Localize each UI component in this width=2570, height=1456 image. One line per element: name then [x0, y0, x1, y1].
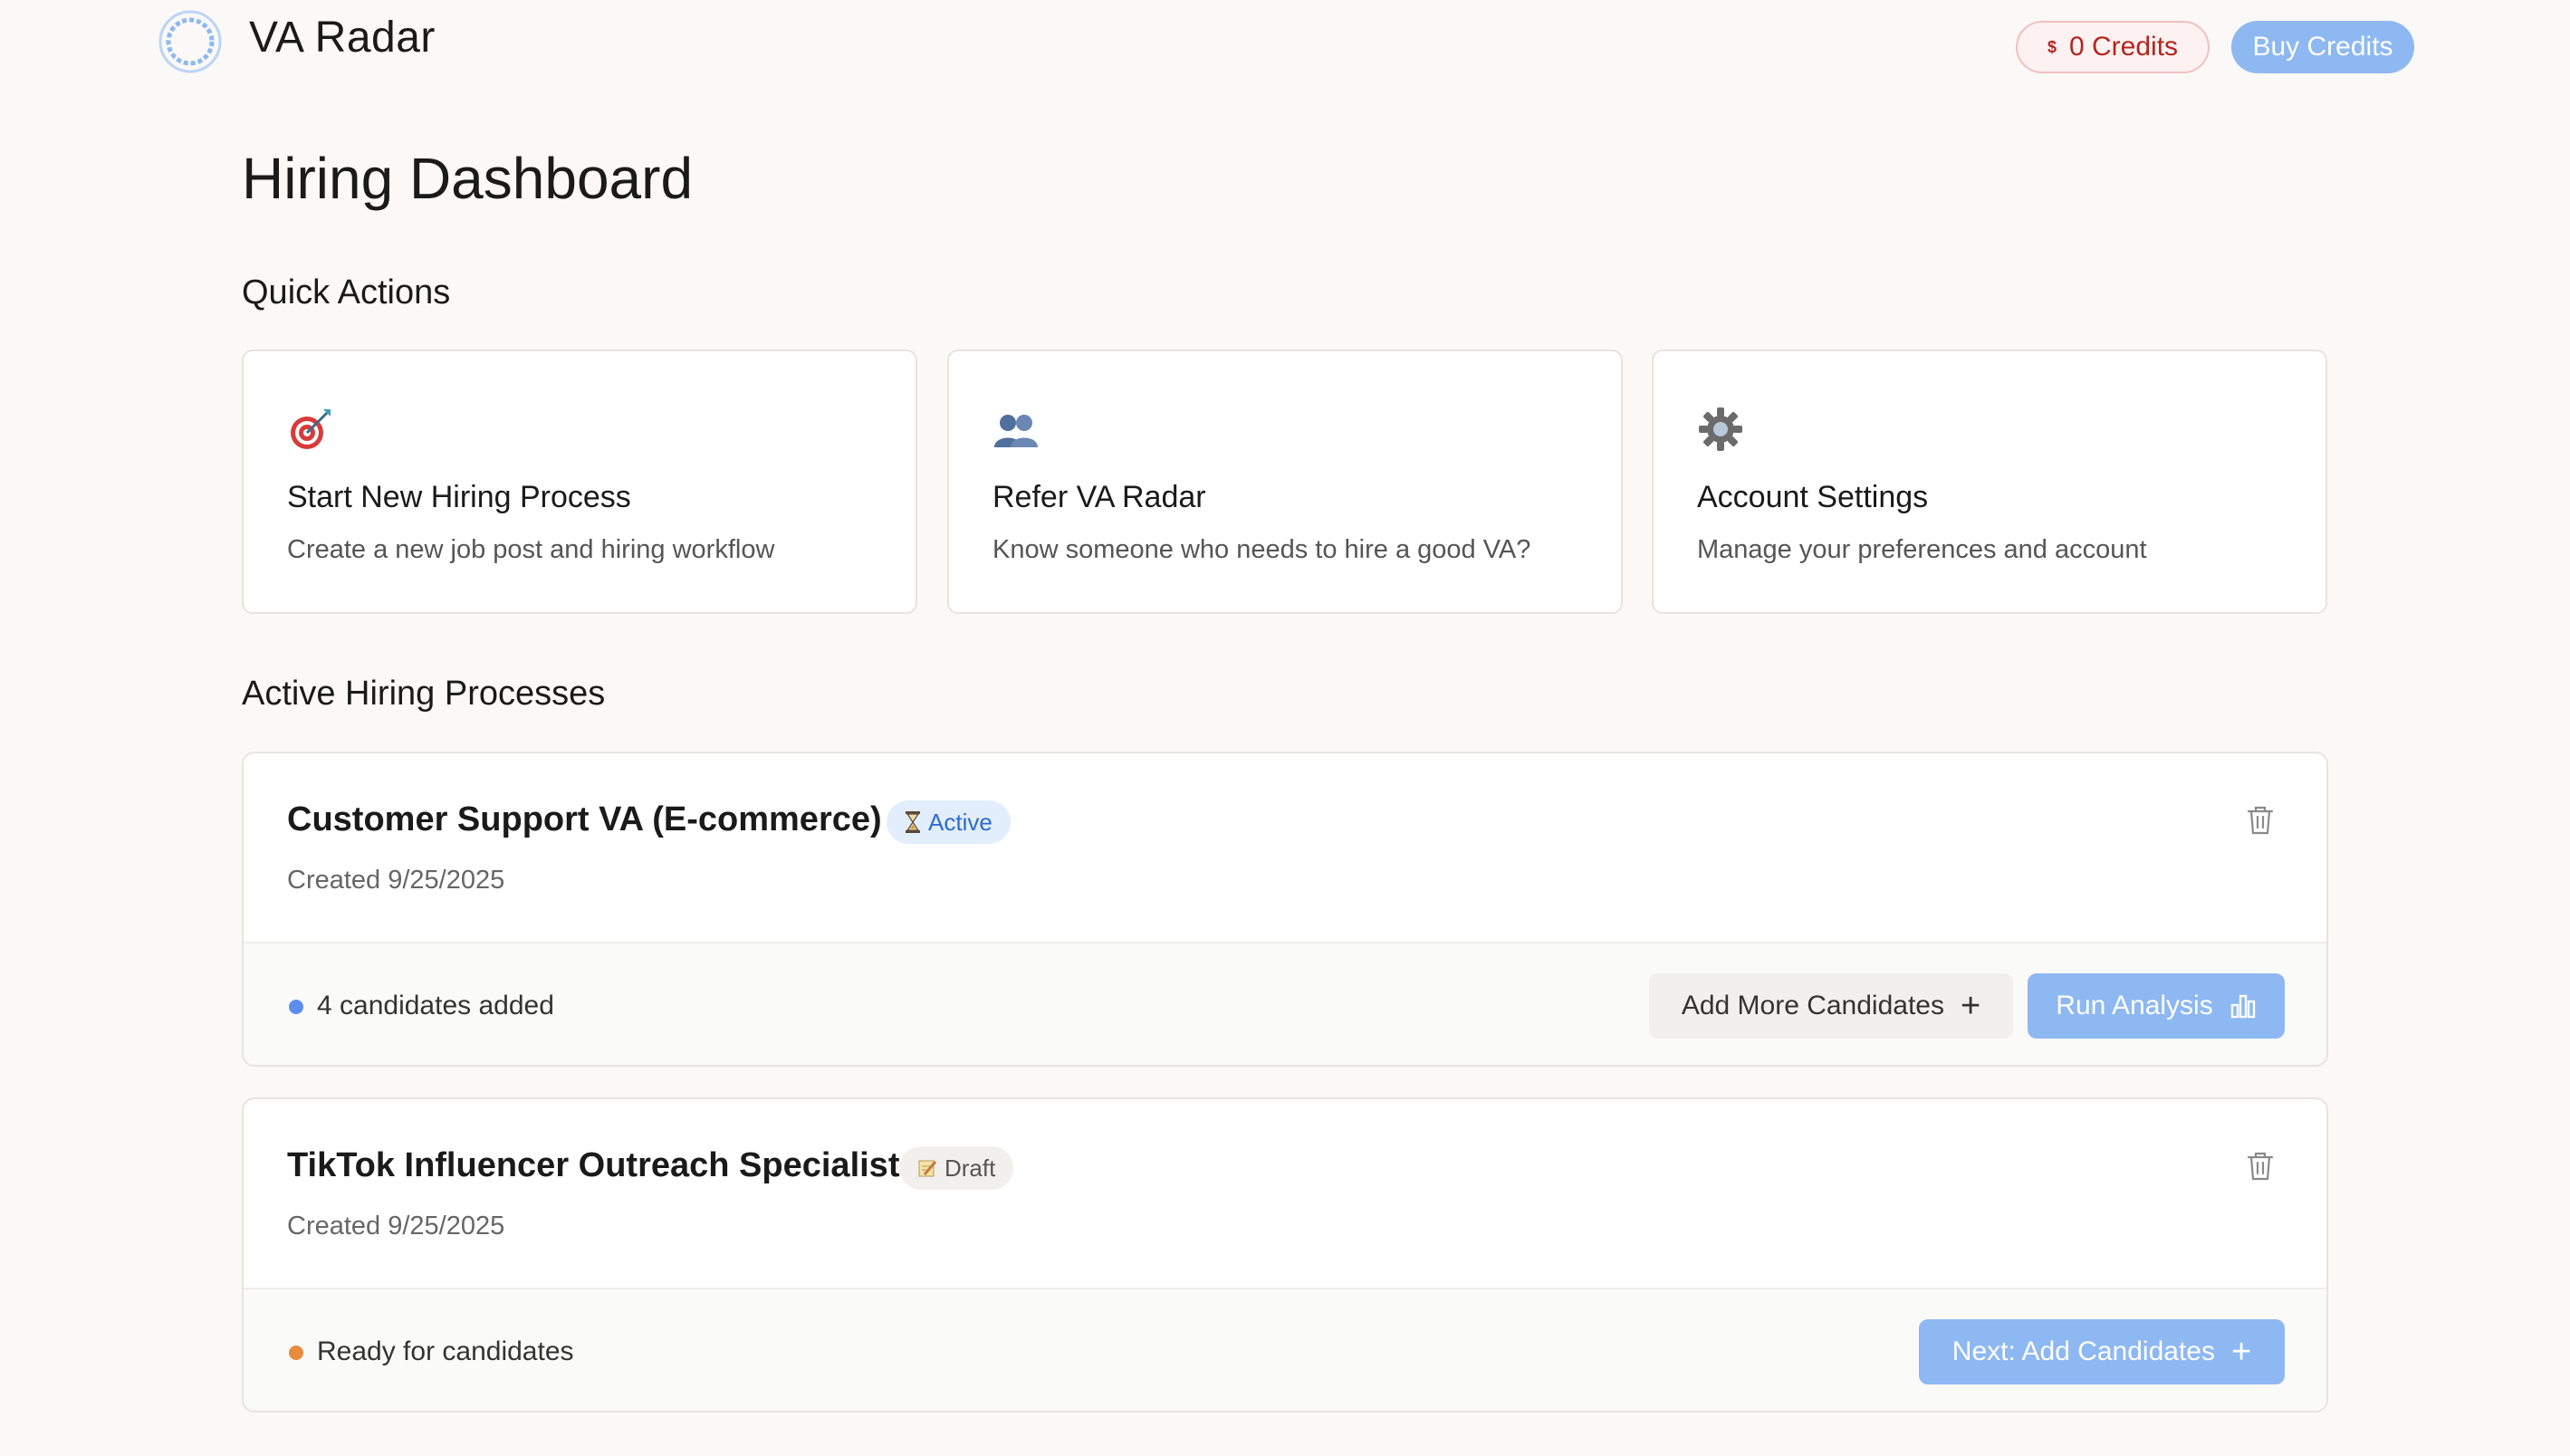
- page-title: Hiring Dashboard: [242, 146, 694, 211]
- start-new-hiring-card[interactable]: Start New Hiring Process Create a new jo…: [242, 350, 917, 614]
- target-icon: [291, 409, 331, 449]
- quick-actions-heading: Quick Actions: [242, 273, 451, 311]
- brand-name[interactable]: VA Radar: [249, 13, 436, 62]
- run-analysis-button[interactable]: Run Analysis: [2028, 973, 2285, 1039]
- qa-title: Refer VA Radar: [993, 480, 1206, 514]
- badge-label: Active: [928, 808, 993, 836]
- status-text: Ready for candidates: [317, 1336, 574, 1366]
- process-header: Customer Support VA (E-commerce) Active …: [244, 753, 2326, 942]
- gear-icon: [1699, 407, 1742, 451]
- hiring-process-card: Customer Support VA (E-commerce) Active …: [242, 752, 2328, 1067]
- status-badge-draft: Draft: [899, 1146, 1014, 1190]
- va-radar-logo-icon[interactable]: [158, 9, 223, 74]
- plus-icon: +: [2230, 1333, 2252, 1371]
- qa-description: Manage your preferences and account: [1697, 535, 2147, 564]
- status-dot: [289, 1346, 303, 1360]
- hourglass-icon: [906, 811, 920, 833]
- status-text: 4 candidates added: [317, 991, 554, 1020]
- memo-icon: [918, 1160, 937, 1177]
- trash-icon[interactable]: [2247, 805, 2274, 836]
- bar-chart-icon: [2230, 994, 2255, 1019]
- top-header: VA Radar $ 0 Credits Buy Credits: [0, 0, 2570, 91]
- qa-title: Account Settings: [1697, 480, 1929, 514]
- qa-description: Create a new job post and hiring workflo…: [287, 535, 775, 564]
- button-label: Add More Candidates: [1681, 991, 1944, 1020]
- add-more-candidates-button[interactable]: Add More Candidates +: [1649, 973, 2013, 1039]
- button-label: Next: Add Candidates: [1951, 1336, 2215, 1366]
- badge-label: Draft: [945, 1154, 996, 1182]
- credits-badge[interactable]: $ 0 Credits: [2016, 21, 2210, 73]
- created-date: Created 9/25/2025: [287, 1212, 505, 1240]
- created-date: Created 9/25/2025: [287, 866, 505, 895]
- trash-icon[interactable]: [2247, 1151, 2274, 1182]
- next-add-candidates-button[interactable]: Next: Add Candidates +: [1919, 1319, 2285, 1384]
- credits-label: 0 Credits: [2068, 32, 2179, 62]
- active-processes-heading: Active Hiring Processes: [242, 675, 606, 713]
- status-badge-active: Active: [887, 800, 1011, 844]
- qa-description: Know someone who needs to hire a good VA…: [993, 535, 1531, 564]
- buy-credits-button[interactable]: Buy Credits: [2231, 21, 2414, 73]
- process-footer: 4 candidates added Add More Candidates +…: [244, 942, 2326, 1065]
- plus-icon: +: [1960, 987, 1981, 1025]
- process-footer: Ready for candidates Next: Add Candidate…: [244, 1288, 2326, 1411]
- hiring-process-card: TikTok Influencer Outreach Specialist Dr…: [242, 1097, 2328, 1413]
- process-title[interactable]: TikTok Influencer Outreach Specialist: [287, 1146, 899, 1185]
- refer-va-radar-card[interactable]: Refer VA Radar Know someone who needs to…: [947, 350, 1623, 614]
- qa-title: Start New Hiring Process: [287, 480, 631, 514]
- status-dot: [289, 1000, 303, 1014]
- dollar-icon: $: [2047, 37, 2057, 56]
- button-label: Run Analysis: [2056, 991, 2213, 1020]
- people-icon: [994, 415, 1038, 447]
- process-header: TikTok Influencer Outreach Specialist Dr…: [244, 1099, 2326, 1288]
- account-settings-card[interactable]: Account Settings Manage your preferences…: [1652, 350, 2327, 614]
- process-title[interactable]: Customer Support VA (E-commerce): [287, 800, 882, 839]
